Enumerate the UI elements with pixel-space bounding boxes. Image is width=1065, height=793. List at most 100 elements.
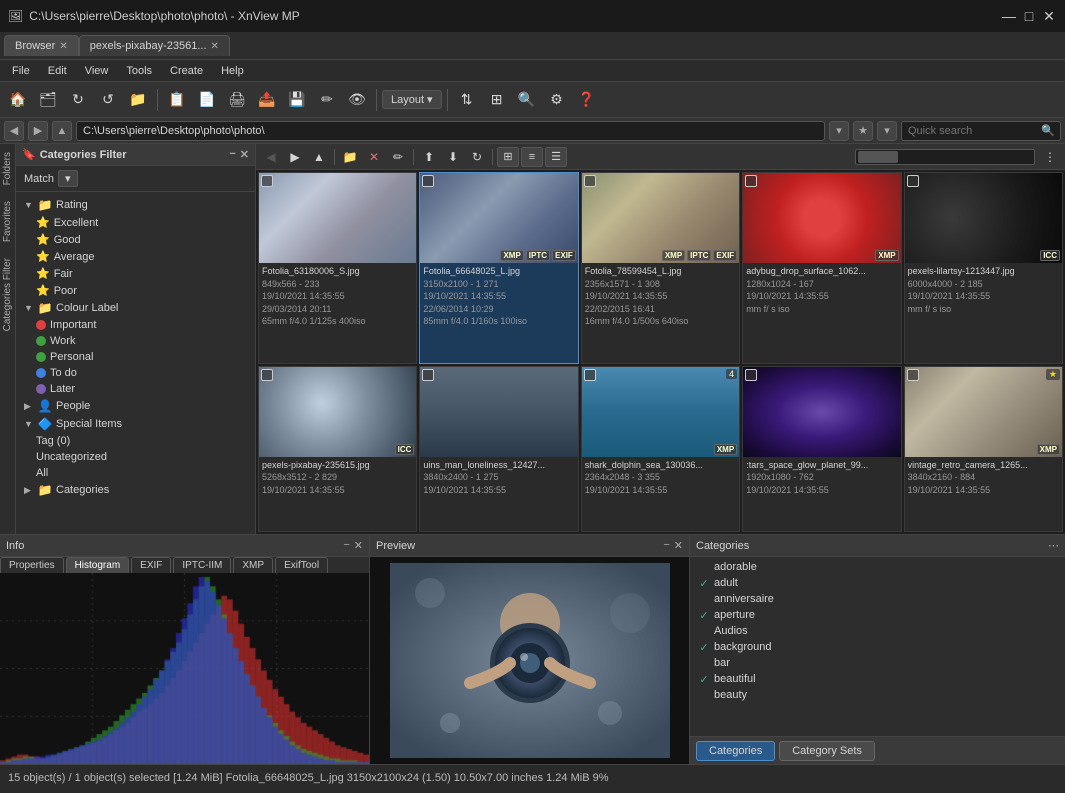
tree-node-poor[interactable]: ⭐ Poor (16, 282, 255, 299)
info-tab-exif[interactable]: EXIF (131, 557, 171, 573)
nav-forward-button[interactable]: ▶ (284, 147, 306, 167)
info-tab-xmp[interactable]: XMP (233, 557, 273, 573)
nav-settings-button[interactable]: ⋮ (1039, 147, 1061, 167)
tree-node-good[interactable]: ⭐ Good (16, 231, 255, 248)
cat-item-beautiful[interactable]: ✓ beautiful (690, 671, 1065, 687)
file-item-6[interactable]: ICC pexels-pixabay-235615.jpg 5268x3512 … (258, 366, 417, 532)
layout-button[interactable]: Layout ▾ (382, 90, 442, 109)
toolbar-settings-button[interactable]: ⚙ (543, 86, 571, 114)
tree-node-all[interactable]: All (16, 465, 255, 481)
toolbar-print-button[interactable]: 🖨 (223, 86, 251, 114)
tree-node-categories[interactable]: ▶ 📁 Categories (16, 481, 255, 499)
menu-view[interactable]: View (77, 63, 117, 79)
tree-node-excellent[interactable]: ⭐ Excellent (16, 214, 255, 231)
file-item-8[interactable]: 4 XMP shark_dolphin_sea_130036... 2364x2… (581, 366, 740, 532)
scroll-bar[interactable] (855, 149, 1035, 165)
menu-file[interactable]: File (4, 63, 38, 79)
cat-item-bar[interactable]: bar (690, 655, 1065, 671)
tree-node-later[interactable]: Later (16, 381, 255, 397)
cat-item-aperture[interactable]: ✓ aperture (690, 607, 1065, 623)
toolbar-help-button[interactable]: ❓ (573, 86, 601, 114)
select-checkbox-6[interactable] (261, 369, 273, 381)
tree-node-important[interactable]: Important (16, 317, 255, 333)
tab-photo-close[interactable]: ✕ (211, 41, 219, 52)
cat-item-adorable[interactable]: adorable (690, 559, 1065, 575)
addr-bookmark-arrow[interactable]: ▾ (877, 121, 897, 141)
file-item-4[interactable]: XMP adybug_drop_surface_1062... 1280x102… (742, 172, 901, 364)
file-item-9[interactable]: :tars_space_glow_planet_99... 1920x1080 … (742, 366, 901, 532)
toolbar-folder-button[interactable]: 📁 (124, 86, 152, 114)
file-item-3[interactable]: XMP IPTC EXIF Fotolia_78599454_L.jpg 235… (581, 172, 740, 364)
preview-expand-btn[interactable]: ✕ (674, 539, 683, 552)
match-dropdown[interactable]: ▾ (58, 170, 78, 187)
tab-photo[interactable]: pexels-pixabay-23561... ✕ (79, 35, 230, 56)
select-checkbox-7[interactable] (422, 369, 434, 381)
file-item-5[interactable]: ICC pexels-lilartsy-1213447.jpg 6000x400… (904, 172, 1063, 364)
select-checkbox-3[interactable] (584, 175, 596, 187)
addr-forward-button[interactable]: ▶ (28, 121, 48, 141)
toolbar-export-button[interactable]: 💾 (283, 86, 311, 114)
tree-node-people[interactable]: ▶ 👤 People (16, 397, 255, 415)
menu-edit[interactable]: Edit (40, 63, 75, 79)
toolbar-home-button[interactable]: 🏠 (4, 86, 32, 114)
side-tab-categories-filter[interactable]: Categories Filter (0, 250, 15, 339)
select-checkbox-2[interactable] (422, 175, 434, 187)
toolbar-filter-button[interactable]: ⊞ (483, 86, 511, 114)
file-item-2[interactable]: XMP IPTC EXIF Fotolia_66648025_L.jpg 315… (419, 172, 578, 364)
tree-node-colour-label[interactable]: ▼ 📁 Colour Label (16, 299, 255, 317)
addr-dropdown-button[interactable]: ▾ (829, 121, 849, 141)
select-checkbox-1[interactable] (261, 175, 273, 187)
view-list-button[interactable]: ≡ (521, 147, 543, 167)
minimize-button[interactable]: — (1001, 8, 1017, 24)
toolbar-browser-button[interactable]: 🗂 (34, 86, 62, 114)
nav-back-button[interactable]: ◀ (260, 147, 282, 167)
addr-up-button[interactable]: ▲ (52, 121, 72, 141)
close-button[interactable]: ✕ (1041, 8, 1057, 24)
info-tab-iptc[interactable]: IPTC-IIM (173, 557, 231, 573)
cat-item-background[interactable]: ✓ background (690, 639, 1065, 655)
nav-up-button[interactable]: ▲ (308, 147, 330, 167)
select-checkbox-8[interactable] (584, 369, 596, 381)
tab-browser[interactable]: Browser ✕ (4, 35, 79, 56)
filter-close-button[interactable]: ✕ (240, 148, 249, 161)
cat-item-anniversaire[interactable]: anniversaire (690, 591, 1065, 607)
cat-item-audios[interactable]: Audios (690, 623, 1065, 639)
tree-node-tag[interactable]: Tag (0) (16, 433, 255, 449)
quick-search-input[interactable] (901, 121, 1061, 141)
file-item-7[interactable]: uins_man_loneliness_12427... 3840x2400 -… (419, 366, 578, 532)
side-tab-favorites[interactable]: Favorites (0, 193, 15, 250)
address-input[interactable] (76, 121, 825, 141)
tree-node-fair[interactable]: ⭐ Fair (16, 265, 255, 282)
cat-item-adult[interactable]: ✓ adult (690, 575, 1065, 591)
info-tab-histogram[interactable]: Histogram (66, 557, 130, 573)
select-checkbox-4[interactable] (745, 175, 757, 187)
nav-rotate-cw-button[interactable]: ↻ (466, 147, 488, 167)
cat-item-beauty[interactable]: beauty (690, 687, 1065, 703)
addr-back-button[interactable]: ◀ (4, 121, 24, 141)
info-close-btn[interactable]: − (343, 539, 349, 552)
nav-delete-button[interactable]: ✕ (363, 147, 385, 167)
nav-new-folder-button[interactable]: 📁 (339, 147, 361, 167)
filter-help-button[interactable]: − (229, 148, 235, 161)
nav-rename-button[interactable]: ✏ (387, 147, 409, 167)
toolbar-paste-button[interactable]: 📄 (193, 86, 221, 114)
nav-copy-button[interactable]: ⬆ (418, 147, 440, 167)
toolbar-edit-button[interactable]: ✏ (313, 86, 341, 114)
nav-move-button[interactable]: ⬇ (442, 147, 464, 167)
side-tab-folders[interactable]: Folders (0, 144, 15, 193)
info-expand-btn[interactable]: ✕ (354, 539, 363, 552)
preview-close-btn[interactable]: − (663, 539, 669, 552)
file-item-1[interactable]: Fotolia_63180006_S.jpg 849x566 - 233 19/… (258, 172, 417, 364)
tab-browser-close[interactable]: ✕ (59, 41, 67, 52)
tree-node-uncategorized[interactable]: Uncategorized (16, 449, 255, 465)
info-tab-exiftool[interactable]: ExifTool (275, 557, 328, 573)
tree-node-average[interactable]: ⭐ Average (16, 248, 255, 265)
toolbar-refresh-button[interactable]: ↻ (64, 86, 92, 114)
select-checkbox-5[interactable] (907, 175, 919, 187)
category-sets-btn[interactable]: Category Sets (779, 741, 875, 761)
toolbar-sort-button[interactable]: ⇅ (453, 86, 481, 114)
info-tab-properties[interactable]: Properties (0, 557, 64, 573)
tree-node-personal[interactable]: Personal (16, 349, 255, 365)
categories-btn[interactable]: Categories (696, 741, 775, 761)
categories-more-btn[interactable]: ⋯ (1048, 539, 1059, 552)
